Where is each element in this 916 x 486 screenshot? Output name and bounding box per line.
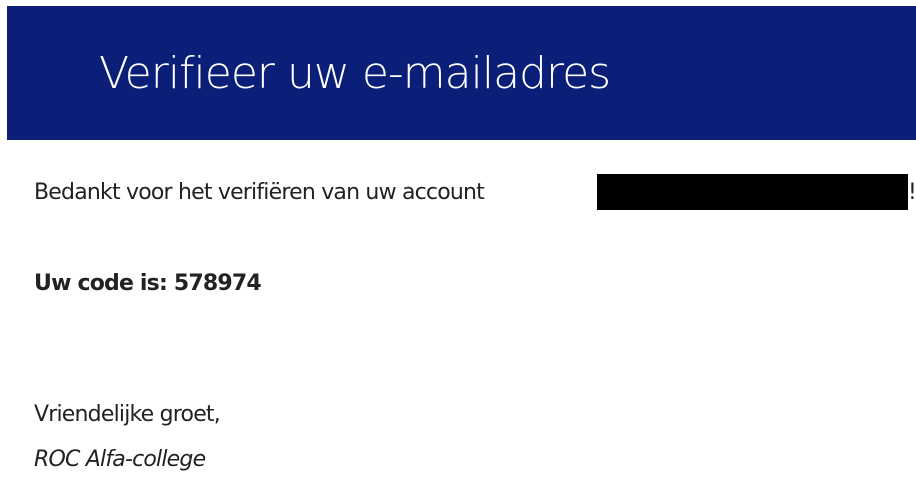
- thanks-exclamation: !: [908, 180, 916, 205]
- thanks-message: Bedankt voor het verifiëren van uw accou…: [34, 180, 485, 205]
- redacted-account-name: [597, 174, 908, 210]
- email-header-banner: Verifieer uw e-mailadres: [7, 6, 916, 140]
- email-title: Verifieer uw e-mailadres: [99, 48, 611, 99]
- email-body: Bedankt voor het verifiëren van uw accou…: [0, 140, 916, 486]
- verification-code: Uw code is: 578974: [34, 271, 262, 296]
- sender-name: ROC Alfa-college: [34, 447, 206, 472]
- closing-greeting: Vriendelijke groet,: [34, 402, 221, 427]
